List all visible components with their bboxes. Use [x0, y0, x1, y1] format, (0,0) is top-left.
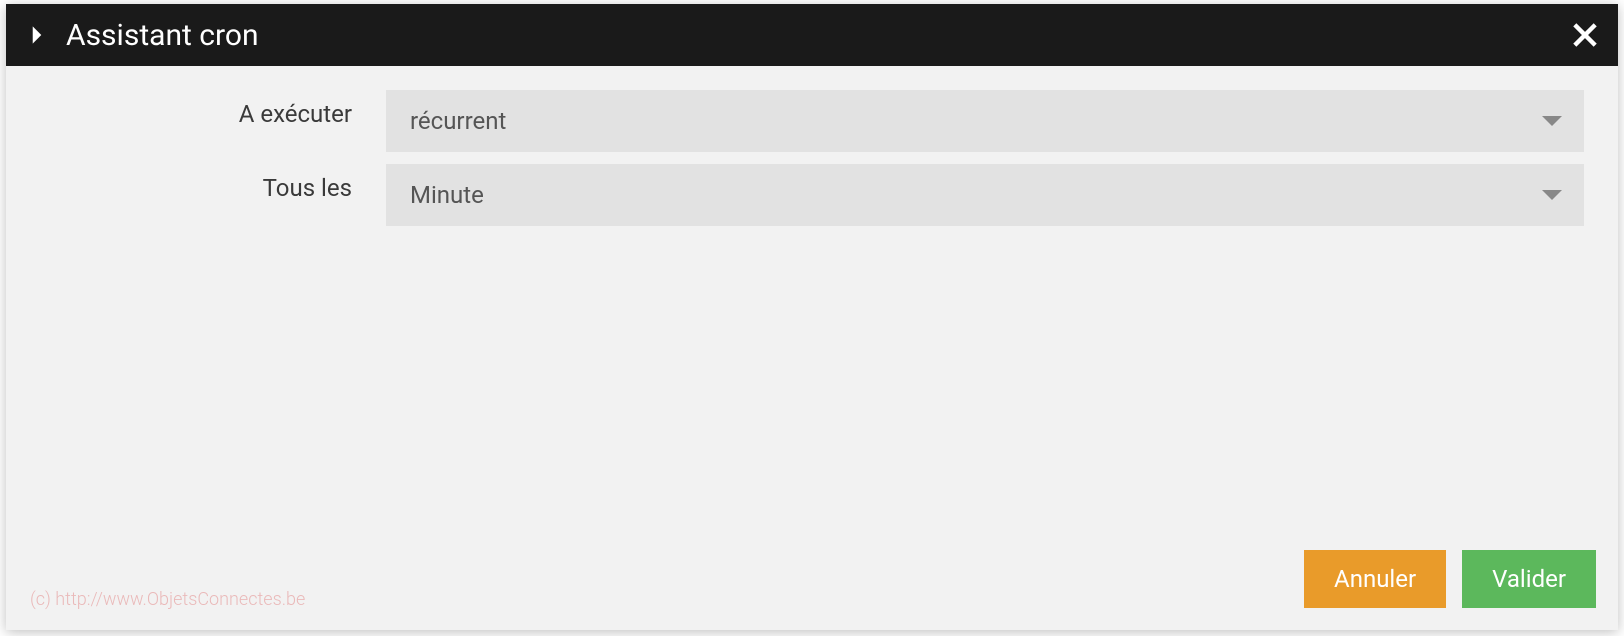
- caret-down-icon: [1542, 190, 1562, 200]
- modal-title: Assistant cron: [66, 18, 259, 53]
- cron-assistant-modal: Assistant cron A exécuter récurrent Tous…: [6, 4, 1618, 630]
- modal-body: A exécuter récurrent Tous les Minute: [6, 66, 1618, 550]
- execute-select-value: récurrent: [410, 107, 506, 135]
- form-row-execute: A exécuter récurrent: [40, 90, 1584, 152]
- execute-select[interactable]: récurrent: [386, 90, 1584, 152]
- execute-label: A exécuter: [40, 90, 386, 128]
- modal-header: Assistant cron: [6, 4, 1618, 66]
- every-control: Minute: [386, 164, 1584, 226]
- every-label: Tous les: [40, 164, 386, 202]
- form-row-every: Tous les Minute: [40, 164, 1584, 226]
- cancel-button[interactable]: Annuler: [1304, 550, 1446, 608]
- every-select-value: Minute: [410, 181, 484, 209]
- execute-control: récurrent: [386, 90, 1584, 152]
- caret-down-icon: [1542, 116, 1562, 126]
- watermark-text: (c) http://www.ObjetsConnectes.be: [30, 589, 305, 610]
- validate-button[interactable]: Valider: [1462, 550, 1596, 608]
- chevron-right-icon: [30, 25, 44, 45]
- close-icon[interactable]: [1572, 22, 1598, 48]
- every-select[interactable]: Minute: [386, 164, 1584, 226]
